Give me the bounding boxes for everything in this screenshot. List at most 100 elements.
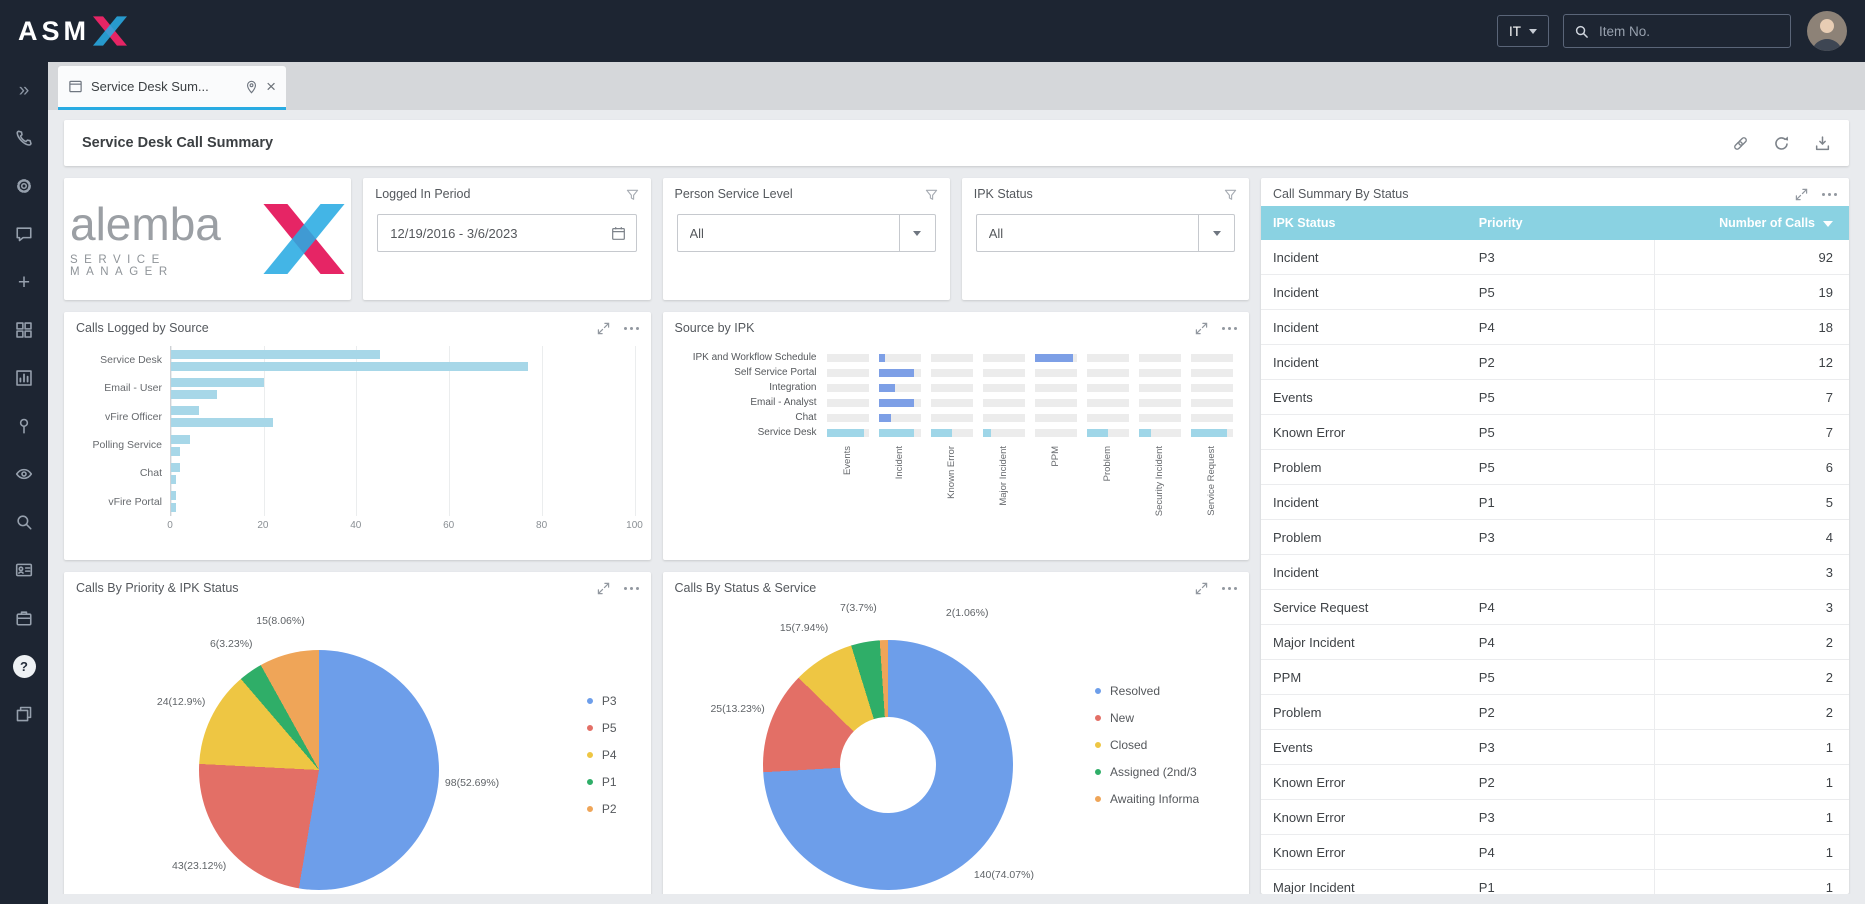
plus-icon[interactable]: + bbox=[0, 258, 48, 306]
search-input[interactable] bbox=[1597, 23, 1780, 40]
table-row[interactable]: ProblemP34 bbox=[1261, 520, 1849, 555]
table-row[interactable]: IncidentP212 bbox=[1261, 345, 1849, 380]
legend-item[interactable]: Assigned (2nd/3 bbox=[1095, 765, 1245, 779]
table-row[interactable]: IncidentP418 bbox=[1261, 310, 1849, 345]
heatmap-cell bbox=[1139, 369, 1181, 377]
help-icon[interactable]: ? bbox=[0, 642, 48, 690]
ipk-row-labels: IPK and Workflow ScheduleSelf Service Po… bbox=[677, 350, 827, 538]
legend-item[interactable]: P3 bbox=[587, 694, 617, 708]
box-icon[interactable] bbox=[0, 594, 48, 642]
legend-item[interactable]: P4 bbox=[587, 748, 617, 762]
column-header-ipk-status[interactable]: IPK Status bbox=[1261, 206, 1467, 240]
chevron-down-icon[interactable] bbox=[899, 215, 935, 251]
table-row[interactable]: Incident3 bbox=[1261, 555, 1849, 590]
cell-number-of-calls: 19 bbox=[1655, 275, 1849, 310]
axis-tick-label: 60 bbox=[443, 520, 454, 531]
filter-icon[interactable] bbox=[925, 188, 938, 201]
table-row[interactable]: IncidentP392 bbox=[1261, 240, 1849, 275]
table-row[interactable]: PPMP52 bbox=[1261, 660, 1849, 695]
expand-icon[interactable] bbox=[597, 322, 610, 335]
chevron-down-icon[interactable] bbox=[1198, 215, 1234, 251]
column-header-priority[interactable]: Priority bbox=[1467, 206, 1655, 240]
export-icon[interactable] bbox=[1814, 135, 1831, 152]
table-row[interactable]: Major IncidentP11 bbox=[1261, 870, 1849, 895]
legend-item[interactable]: Closed bbox=[1095, 738, 1245, 752]
person-service-level-card: Person Service Level All bbox=[663, 178, 950, 300]
pin-tab-icon[interactable] bbox=[245, 80, 258, 94]
legend-item[interactable]: Awaiting Informa bbox=[1095, 792, 1245, 806]
cell-number-of-calls: 18 bbox=[1655, 310, 1849, 345]
ipk-status-select[interactable]: All bbox=[976, 214, 1235, 252]
date-range-input[interactable]: 12/19/2016 - 3/6/2023 bbox=[377, 214, 636, 252]
legend-item[interactable]: New bbox=[1095, 711, 1245, 725]
table-row[interactable]: Known ErrorP21 bbox=[1261, 765, 1849, 800]
chat-icon[interactable] bbox=[0, 210, 48, 258]
filter-icon[interactable] bbox=[1224, 188, 1237, 201]
table-row[interactable]: Known ErrorP41 bbox=[1261, 835, 1849, 870]
table-row[interactable]: ProblemP56 bbox=[1261, 450, 1849, 485]
search-icon[interactable] bbox=[0, 498, 48, 546]
copy-icon[interactable] bbox=[0, 690, 48, 738]
legend-item[interactable]: P5 bbox=[587, 721, 617, 735]
chart-icon[interactable] bbox=[0, 354, 48, 402]
refresh-icon[interactable] bbox=[1773, 135, 1790, 152]
table-row[interactable]: EventsP31 bbox=[1261, 730, 1849, 765]
gear-icon[interactable] bbox=[0, 162, 48, 210]
tab-service-desk-summary[interactable]: Service Desk Sum... × bbox=[58, 66, 286, 110]
more-options-icon[interactable] bbox=[630, 327, 633, 330]
heatmap-cell bbox=[931, 429, 973, 437]
more-options-icon[interactable] bbox=[1228, 587, 1231, 590]
close-tab-icon[interactable]: × bbox=[266, 78, 276, 95]
heatmap-cell bbox=[1035, 414, 1077, 422]
heatmap-cell bbox=[1087, 429, 1129, 437]
heatmap-cell bbox=[1191, 429, 1233, 437]
user-avatar[interactable] bbox=[1807, 11, 1847, 51]
more-options-icon[interactable] bbox=[630, 587, 633, 590]
legend-label: Awaiting Informa bbox=[1110, 792, 1199, 806]
column-header-number-of-calls[interactable]: Number of Calls bbox=[1655, 206, 1849, 240]
legend-item[interactable]: Resolved bbox=[1095, 684, 1245, 698]
source-by-ipk-card: Source by IPK IPK and Workflow ScheduleS… bbox=[663, 312, 1250, 560]
filter-title: IPK Status bbox=[974, 187, 1224, 201]
expand-icon[interactable] bbox=[1795, 188, 1808, 201]
more-options-icon[interactable] bbox=[1228, 327, 1231, 330]
table-row[interactable]: Service RequestP43 bbox=[1261, 590, 1849, 625]
expand-icon[interactable] bbox=[1195, 582, 1208, 595]
heatmap-cell bbox=[1191, 354, 1233, 362]
expand-chevrons-icon[interactable]: » bbox=[0, 66, 48, 114]
donut-legend: Resolved New Closed Assigned (2nd/3 Awaiting… bbox=[1095, 684, 1245, 806]
filter-icon[interactable] bbox=[626, 188, 639, 201]
more-options-icon[interactable] bbox=[1828, 193, 1831, 196]
person-service-level-select[interactable]: All bbox=[677, 214, 936, 252]
page-title: Service Desk Call Summary bbox=[82, 135, 1732, 151]
global-search[interactable] bbox=[1563, 14, 1791, 48]
expand-icon[interactable] bbox=[597, 582, 610, 595]
phone-icon[interactable] bbox=[0, 114, 48, 162]
legend-item[interactable]: P1 bbox=[587, 775, 617, 789]
slice-label: 2(1.06%) bbox=[946, 607, 989, 619]
widget-title: Calls By Status & Service bbox=[675, 581, 1196, 595]
language-selector[interactable]: IT bbox=[1497, 15, 1549, 47]
cell-priority: P3 bbox=[1467, 730, 1655, 765]
table-row[interactable]: IncidentP519 bbox=[1261, 275, 1849, 310]
donut-chart bbox=[763, 640, 1013, 890]
table-row[interactable]: ProblemP22 bbox=[1261, 695, 1849, 730]
sort-desc-icon bbox=[1823, 221, 1833, 227]
expand-icon[interactable] bbox=[1195, 322, 1208, 335]
pin-icon[interactable] bbox=[0, 402, 48, 450]
id-card-icon[interactable] bbox=[0, 546, 48, 594]
table-row[interactable]: IncidentP15 bbox=[1261, 485, 1849, 520]
eye-icon[interactable] bbox=[0, 450, 48, 498]
calendar-icon[interactable] bbox=[601, 226, 636, 241]
slice-label: 15(7.94%) bbox=[780, 622, 828, 634]
table-row[interactable]: Known ErrorP31 bbox=[1261, 800, 1849, 835]
table-row[interactable]: Major IncidentP42 bbox=[1261, 625, 1849, 660]
legend-marker bbox=[587, 752, 593, 758]
legend-item[interactable]: P2 bbox=[587, 802, 617, 816]
table-row[interactable]: EventsP57 bbox=[1261, 380, 1849, 415]
table-row[interactable]: Known ErrorP57 bbox=[1261, 415, 1849, 450]
filter-title: Logged In Period bbox=[375, 187, 625, 201]
link-icon[interactable] bbox=[1732, 135, 1749, 152]
grid-icon[interactable] bbox=[0, 306, 48, 354]
axis-category-label: Polling Service bbox=[78, 431, 170, 459]
